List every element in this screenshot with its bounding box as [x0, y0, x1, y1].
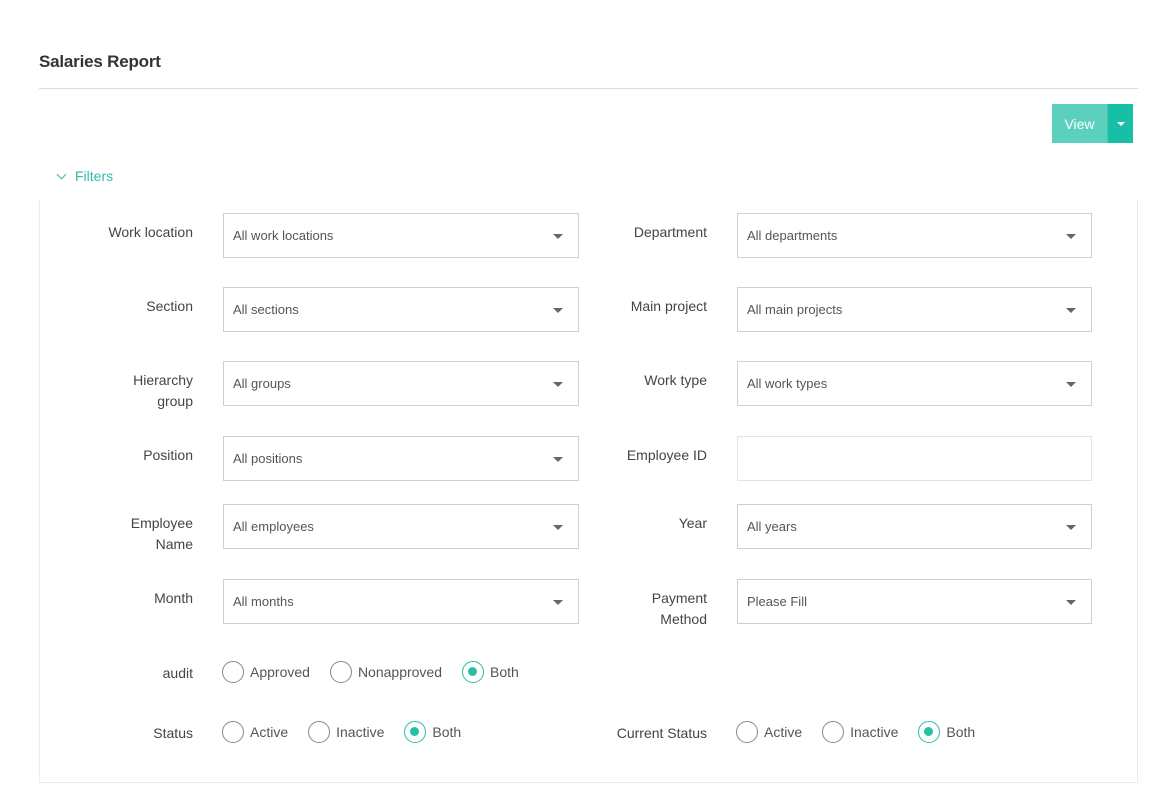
chevron-down-icon: [56, 169, 67, 179]
work-type-label: Work type: [644, 372, 707, 388]
dropdown-arrow-icon: [1066, 600, 1076, 605]
payment-method-label-line2: Method: [660, 611, 707, 627]
audit-approved-label: Approved: [250, 664, 310, 680]
audit-label: audit: [162, 665, 193, 681]
current-status-both-label: Both: [946, 724, 976, 740]
hierarchy-group-label-line2: group: [157, 393, 193, 409]
view-button[interactable]: View: [1052, 104, 1107, 143]
status-label: Status: [153, 725, 193, 741]
employee-name-select[interactable]: All employees: [223, 504, 579, 549]
filters-toggle[interactable]: Filters: [56, 166, 113, 186]
main-project-select[interactable]: All main projects: [737, 287, 1092, 332]
dropdown-arrow-icon: [1066, 382, 1076, 387]
view-button-group: View: [1052, 104, 1133, 143]
audit-nonapproved-radio[interactable]: Nonapproved: [329, 661, 442, 683]
radio-circle-icon: [222, 721, 244, 743]
radio-checked-icon: [404, 721, 427, 743]
main-project-label: Main project: [630, 298, 707, 314]
audit-nonapproved-label: Nonapproved: [357, 664, 442, 680]
payment-method-label: Payment Method: [557, 588, 707, 630]
year-label: Year: [678, 515, 707, 531]
hierarchy-group-label: Hierarchy group: [73, 370, 193, 412]
payment-method-label-line1: Payment: [651, 590, 707, 606]
employee-name-label: Employee Name: [73, 513, 193, 555]
audit-both-label: Both: [490, 664, 519, 680]
view-options-dropdown[interactable]: [1107, 104, 1133, 143]
position-label: Position: [143, 447, 193, 463]
audit-approved-radio[interactable]: Approved: [222, 661, 310, 683]
hierarchy-group-select[interactable]: All groups: [223, 361, 579, 406]
payment-method-select[interactable]: Please Fill: [737, 579, 1092, 624]
status-active-label: Active: [250, 724, 289, 740]
work-type-value: All work types: [747, 376, 828, 391]
current-status-inactive-radio[interactable]: Inactive: [822, 721, 898, 743]
month-select[interactable]: All months: [223, 579, 579, 624]
section-select[interactable]: All sections: [223, 287, 579, 332]
title-divider: [39, 88, 1138, 89]
work-location-select[interactable]: All work locations: [223, 213, 579, 258]
status-both-label: Both: [432, 724, 462, 740]
filters-toggle-label: Filters: [75, 168, 114, 184]
dropdown-arrow-icon: [1066, 308, 1076, 313]
section-value: All sections: [233, 302, 299, 317]
radio-circle-icon: [736, 721, 758, 743]
month-value: All months: [233, 594, 294, 609]
dropdown-arrow-icon: [1066, 234, 1076, 239]
radio-checked-icon: [918, 721, 941, 743]
work-location-label: Work location: [108, 224, 193, 240]
page-title: Salaries Report: [39, 52, 161, 71]
employee-id-input[interactable]: [737, 436, 1092, 481]
department-label: Department: [633, 224, 707, 240]
audit-radio-group: Approved Nonapproved Both: [222, 660, 539, 684]
position-value: All positions: [233, 451, 303, 466]
department-value: All departments: [747, 228, 838, 243]
employee-name-value: All employees: [233, 519, 314, 534]
work-type-select[interactable]: All work types: [737, 361, 1092, 406]
section-label: Section: [146, 298, 193, 314]
main-project-value: All main projects: [747, 302, 843, 317]
current-status-both-radio[interactable]: Both: [918, 721, 975, 743]
payment-method-value: Please Fill: [747, 594, 807, 609]
hierarchy-group-value: All groups: [233, 376, 291, 391]
radio-circle-icon: [222, 661, 244, 683]
dropdown-arrow-icon: [1066, 525, 1076, 530]
hierarchy-group-label-line1: Hierarchy: [133, 372, 193, 388]
status-active-radio[interactable]: Active: [222, 721, 288, 743]
radio-checked-icon: [462, 661, 484, 683]
current-status-inactive-label: Inactive: [850, 724, 899, 740]
department-select[interactable]: All departments: [737, 213, 1092, 258]
status-inactive-radio[interactable]: Inactive: [308, 721, 384, 743]
current-status-active-label: Active: [764, 724, 803, 740]
radio-circle-icon: [308, 721, 331, 743]
work-location-value: All work locations: [233, 228, 334, 243]
year-select[interactable]: All years: [737, 504, 1092, 549]
employee-name-label-line2: Name: [155, 536, 193, 552]
current-status-label: Current Status: [616, 725, 707, 741]
employee-name-label-line1: Employee: [130, 515, 193, 531]
audit-both-radio[interactable]: Both: [462, 661, 519, 683]
status-inactive-label: Inactive: [336, 724, 385, 740]
month-label: Month: [154, 590, 193, 606]
year-value: All years: [747, 519, 797, 534]
employee-id-label: Employee ID: [626, 447, 707, 463]
current-status-active-radio[interactable]: Active: [736, 721, 802, 743]
status-radio-group: Active Inactive Both: [222, 720, 481, 744]
caret-down-icon: [1116, 121, 1125, 126]
position-select[interactable]: All positions: [223, 436, 579, 481]
radio-circle-icon: [329, 661, 352, 683]
radio-circle-icon: [822, 721, 845, 743]
status-both-radio[interactable]: Both: [404, 721, 461, 743]
current-status-radio-group: Active Inactive Both: [736, 720, 995, 744]
